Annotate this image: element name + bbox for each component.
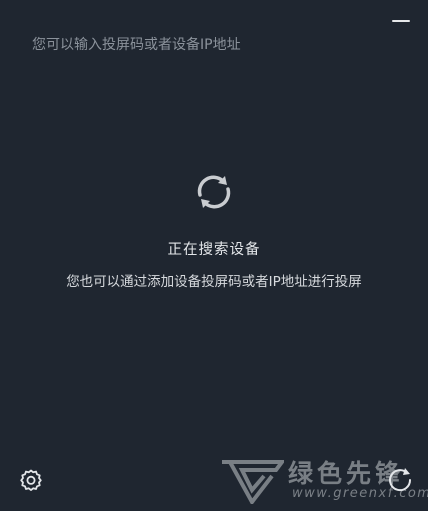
refresh-spinner-icon — [197, 175, 231, 209]
minimize-icon — [392, 20, 410, 22]
minimize-button[interactable] — [390, 12, 412, 28]
cast-search-window: 正在搜索设备 您也可以通过添加设备投屏码或者IP地址进行投屏 绿色先锋 www.… — [0, 0, 428, 511]
search-input[interactable] — [16, 28, 376, 62]
refresh-icon[interactable] — [386, 465, 414, 493]
watermark-logo-icon — [222, 460, 284, 504]
status-title: 正在搜索设备 — [167, 242, 261, 258]
status-subtitle: 您也可以通过添加设备投屏码或者IP地址进行投屏 — [66, 274, 362, 290]
gear-icon[interactable] — [18, 468, 44, 494]
